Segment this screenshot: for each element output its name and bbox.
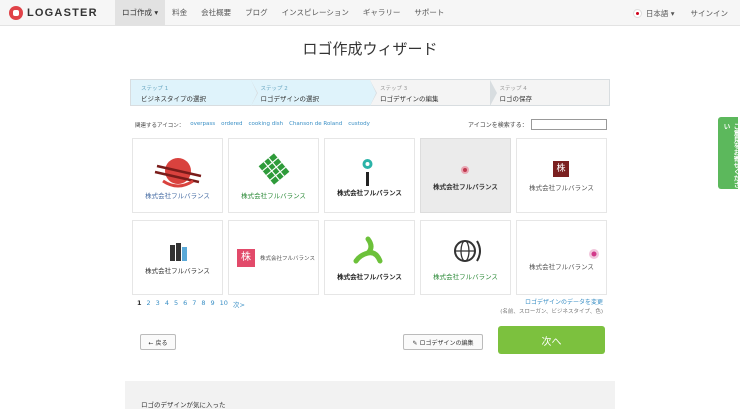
logo-text: 株式会社フルバランス [260, 256, 315, 262]
step-label: ビジネスタイプの選択 [141, 95, 206, 103]
logo-text: 株式会社フルバランス [337, 273, 402, 281]
step-3: ステップ 3 ロゴデザインの編集 [370, 80, 496, 106]
edit-logo-data-hint: (名前、スローガン、ビジネスタイプ、色) [500, 309, 603, 315]
signin-link[interactable]: サインイン [691, 8, 729, 19]
related-tag[interactable]: ordered [221, 121, 242, 129]
step-number: ステップ 3 [380, 86, 408, 92]
logo-text: 株式会社フルバランス [433, 183, 498, 191]
page-link[interactable]: 5 [174, 299, 178, 309]
step-number: ステップ 4 [499, 86, 527, 92]
related-tag[interactable]: custody [348, 121, 370, 129]
feedback-tab[interactable]: ご意見をお寄せください [718, 117, 740, 189]
green-triskelion-icon [353, 236, 383, 264]
step-label: ロゴの保存 [499, 95, 533, 103]
logo-card[interactable]: 株式会社フルバランス [132, 220, 223, 295]
search-input[interactable] [530, 119, 607, 130]
logo-text: 株式会社フルバランス [145, 267, 210, 275]
step-2[interactable]: ステップ 2 ロゴデザインの選択 [250, 80, 377, 106]
green-leaf-grid-icon [258, 153, 290, 185]
red-bowl-chopsticks-icon [154, 158, 202, 188]
step-number: ステップ 1 [141, 86, 169, 92]
page-link[interactable]: 6 [183, 299, 187, 309]
wizard-steps: ステップ 1 ビジネスタイプの選択 ステップ 2 ロゴデザインの選択 ステップ … [130, 79, 610, 106]
page-link[interactable]: 10 [220, 299, 228, 309]
logo-card[interactable]: 株 株式会社フルバランス [228, 220, 319, 295]
bottom-panel: ロゴのデザインが気に入った [125, 381, 615, 409]
page-link[interactable]: 7 [192, 299, 196, 309]
logo-text: LOGASTER [27, 7, 98, 19]
edit-logo-data-link[interactable]: ロゴデザインのデータを変更 [525, 297, 603, 306]
step-label: ロゴデザインの選択 [260, 95, 320, 103]
nav-item-about[interactable]: 会社概要 [194, 0, 238, 26]
logo-text: 株式会社フルバランス [529, 184, 594, 192]
logo-grid: 株式会社フルバランス 株式会社フルバランス 株式会社フルバランス 株式会社フルバ… [132, 138, 607, 296]
page-link[interactable]: 3 [156, 299, 160, 309]
logo-text: 株式会社フルバランス [337, 189, 402, 197]
top-navbar: LOGASTER ロゴ作成 ▾ 料金 会社概要 ブログ インスピレーション ギャ… [0, 0, 740, 26]
nav-item-create-logo[interactable]: ロゴ作成 ▾ [115, 0, 166, 26]
logo-text: 株式会社フルバランス [145, 192, 210, 200]
bottom-text: ロゴのデザインが気に入った [141, 401, 226, 409]
step-4: ステップ 4 ロゴの保存 [490, 80, 610, 105]
logo-card[interactable]: 株式会社フルバランス [420, 220, 511, 295]
globe-icon [454, 240, 481, 262]
nav-item-inspiration[interactable]: インスピレーション [275, 0, 356, 26]
logo-card-selected[interactable]: 株式会社フルバランス [420, 138, 511, 213]
nav-item-pricing[interactable]: 料金 [165, 0, 194, 26]
logo-card[interactable]: 株式会社フルバランス [516, 220, 607, 295]
logo-card[interactable]: 株式会社フルバランス [228, 138, 319, 213]
related-icons: 関連するアイコン： overpass ordered cooking dish … [135, 121, 370, 129]
logo-text: 株式会社フルバランス [529, 263, 594, 271]
step-label: ロゴデザインの編集 [380, 95, 439, 103]
pagination: 1 2 3 4 5 6 7 8 9 10 次> [137, 299, 250, 309]
next-page-link[interactable]: 次> [233, 299, 245, 309]
logaster-mark-icon [9, 6, 23, 20]
bookends-icon [170, 243, 187, 261]
pink-dot-icon [461, 166, 469, 174]
teal-antenna-icon [362, 159, 373, 186]
logo-card[interactable]: 株式会社フルバランス [324, 220, 415, 295]
page-link[interactable]: 4 [165, 299, 169, 309]
kanji-stamp-icon: 株 [553, 161, 569, 177]
step-1[interactable]: ステップ 1 ビジネスタイプの選択 [131, 80, 257, 106]
logo-card[interactable]: 株式会社フルバランス [324, 138, 415, 213]
language-selector[interactable]: 日本語 ▾ [646, 8, 675, 19]
page-link[interactable]: 9 [211, 299, 215, 309]
feedback-tab-label: ご意見をお寄せください [722, 123, 740, 188]
edit-design-button[interactable]: ✎ ロゴデザインの編集 [403, 334, 483, 350]
logo-text: 株式会社フルバランス [241, 192, 306, 200]
icon-search: アイコンを検索する： [468, 119, 607, 130]
search-label: アイコンを検索する： [468, 122, 528, 129]
nav-item-support[interactable]: サポート [407, 0, 451, 26]
page-title: ロゴ作成ウィザード [302, 40, 438, 58]
logo-card[interactable]: 株式会社フルバランス [132, 138, 223, 213]
logaster-logo[interactable]: LOGASTER [9, 6, 98, 20]
back-button[interactable]: ← 戻る [140, 334, 176, 350]
nav-item-blog[interactable]: ブログ [238, 0, 275, 26]
japan-flag-icon [632, 8, 642, 18]
next-button[interactable]: 次へ [498, 326, 605, 354]
nav-right: 日本語 ▾ サインイン [632, 0, 729, 26]
pink-sun-icon [589, 249, 599, 259]
page-link[interactable]: 2 [147, 299, 151, 309]
related-label: 関連するアイコン： [135, 123, 185, 129]
related-tag[interactable]: cooking dish [249, 121, 284, 129]
related-tag[interactable]: Chanson de Roland [289, 121, 342, 129]
page-link-current[interactable]: 1 [137, 299, 142, 309]
nav-item-gallery[interactable]: ギャラリー [356, 0, 408, 26]
step-number: ステップ 2 [260, 86, 288, 92]
related-tag[interactable]: overpass [190, 121, 215, 129]
logo-card[interactable]: 株 株式会社フルバランス [516, 138, 607, 213]
page-link[interactable]: 8 [201, 299, 205, 309]
logo-text: 株式会社フルバランス [433, 273, 498, 281]
main-nav: ロゴ作成 ▾ 料金 会社概要 ブログ インスピレーション ギャラリー サポート [115, 0, 451, 26]
